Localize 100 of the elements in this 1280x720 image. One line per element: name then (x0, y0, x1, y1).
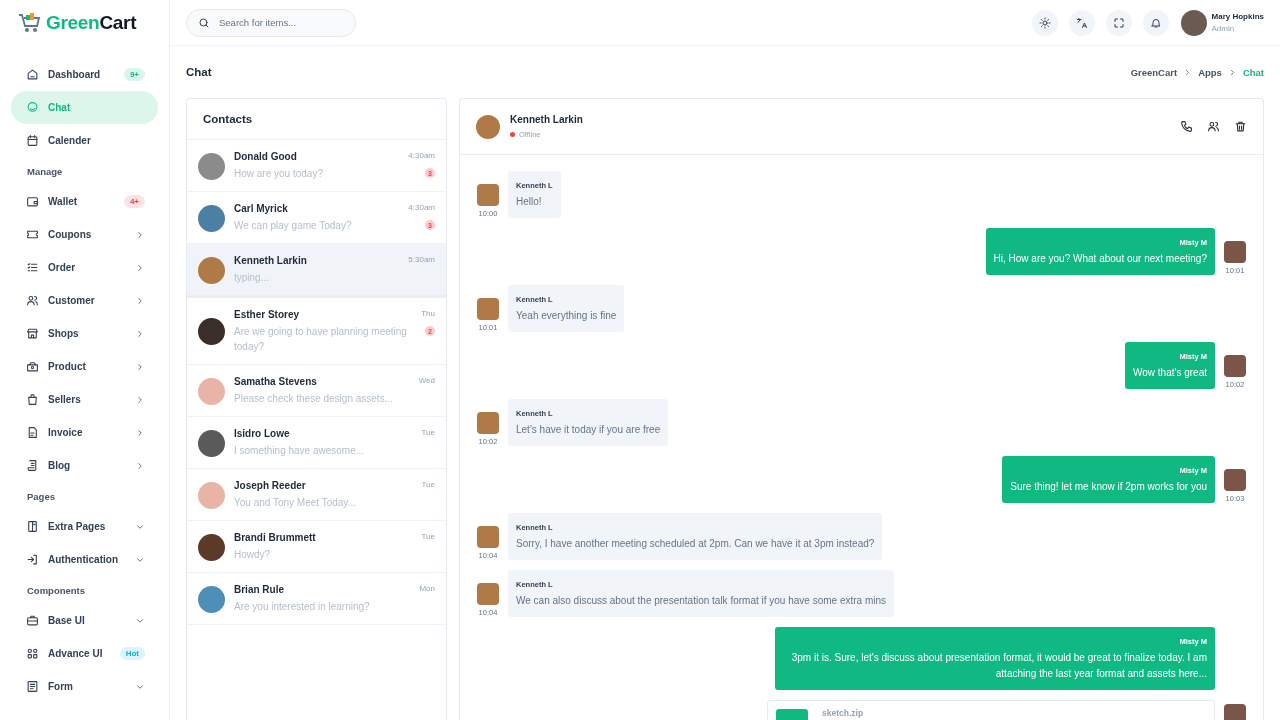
sidebar-item[interactable]: Calender (11, 124, 158, 157)
message-preview: You and Tony Meet Today... (234, 496, 357, 510)
message-time: Thu (421, 309, 435, 320)
sidebar-section-heading: Pages (26, 489, 56, 504)
sidebar-item[interactable]: Product (11, 350, 158, 383)
avatar-placeholder (198, 585, 225, 613)
avatar-placeholder (476, 114, 500, 139)
sidebar-item-label: Shops (48, 328, 80, 339)
sidebar-item[interactable]: Sellers (11, 383, 158, 416)
contact-name: Brandi Brummett (234, 532, 316, 543)
sidebar-item[interactable]: Wallet 4+ (11, 185, 158, 218)
sidebar-item[interactable]: Blog (11, 449, 158, 482)
message-text: Hi, How are you? What about our next meeting? (993, 252, 1207, 266)
sidebar-item[interactable]: Extra Pages (11, 510, 158, 543)
message-preview: Are we going to have planning meeting today? (234, 325, 408, 354)
sun-icon (1038, 16, 1051, 29)
message-time: Tue (421, 480, 435, 491)
sidebar-item[interactable]: Coupons (11, 218, 158, 251)
contact-item[interactable]: Brandi Brummett Tue Howdy? (187, 521, 446, 573)
file-name: sketch.zip (822, 708, 864, 720)
sidebar-section-heading: Components (26, 583, 87, 598)
sidebar-item-label: Dashboard (48, 69, 102, 80)
shopping-cart-logo-icon (18, 11, 42, 35)
contact-item[interactable]: Brian Rule Mon Are you interested in learning? (187, 573, 446, 625)
count-badge: Hot (119, 647, 145, 660)
avatar-placeholder (1224, 704, 1246, 720)
count-badge: 4+ (123, 195, 145, 208)
toolbar-button[interactable] (1068, 9, 1095, 36)
sidebar-item-label: Calender (48, 135, 92, 146)
contact-item[interactable]: Samatha Stevens Wed Please check these design assets... (187, 365, 446, 417)
message-preview: Howdy? (234, 548, 272, 562)
search-icon (198, 16, 210, 29)
icon-button[interactable] (1207, 120, 1220, 133)
sidebar-section-heading: Manage (26, 164, 64, 179)
message-preview: How are you today? (234, 167, 324, 181)
sidebar-item[interactable]: Authentication (11, 543, 158, 576)
search-field[interactable]: Search for items... (186, 8, 356, 37)
contact-name: Carl Myrick (234, 203, 288, 214)
form-icon (26, 680, 39, 693)
toolbar-button[interactable] (1105, 9, 1132, 36)
bell-icon (1149, 16, 1162, 29)
message-preview: Are you interested in learning? (234, 600, 371, 614)
message-text: Wow that's great (1133, 366, 1207, 380)
message-preview: I something have awesome... (234, 444, 366, 458)
sidebar-item[interactable]: Dashboard 9+ (11, 58, 158, 91)
breadcrumb-link[interactable]: Apps (1198, 66, 1222, 78)
page-title: Chat (186, 66, 212, 78)
scroll-icon (26, 459, 39, 472)
brand-name[interactable]: GreenCart (46, 12, 137, 34)
contact-name: Brian Rule (234, 584, 284, 595)
sidebar-item[interactable]: Customer (11, 284, 158, 317)
message-text: Sorry, I have another meeting scheduled at 2pm. Can we have it at 3pm instead? (516, 537, 875, 551)
contact-item[interactable]: Joseph Reeder Tue You and Tony Meet Today... (187, 469, 446, 521)
store-icon (26, 327, 39, 340)
breadcrumb-link[interactable]: GreenCart (1130, 66, 1178, 78)
contact-item[interactable]: Isidro Lowe Tue I something have awesome... (187, 417, 446, 469)
avatar-placeholder (198, 429, 225, 457)
sidebar-item-label: Authentication (48, 554, 119, 565)
sidebar-item-label: Form (48, 681, 74, 692)
message-preview: We can play game Today? (234, 219, 353, 233)
toolbar-button[interactable] (1031, 9, 1058, 36)
message-text: We can also discuss about the presentation talk format if you have some extra mins (516, 594, 886, 608)
sidebar-item-label: Invoice (48, 427, 84, 438)
message-text: Hello! (516, 195, 543, 209)
sidebar-item-label: Chat (48, 102, 72, 113)
calendar-icon (26, 134, 39, 147)
contacts-title: Contacts (187, 99, 446, 140)
avatar-placeholder (1224, 469, 1246, 491)
icon-button[interactable] (1180, 120, 1193, 133)
sidebar-item-label: Blog (48, 460, 72, 471)
sidebar-item[interactable]: Invoice (11, 416, 158, 449)
sidebar-item[interactable]: Shops (11, 317, 158, 350)
grid-icon (26, 647, 39, 660)
sidebar-item-label: Product (48, 361, 87, 372)
count-badge: 9+ (123, 68, 145, 81)
contact-name: Isidro Lowe (234, 428, 290, 439)
sidebar-item-label: Coupons (48, 229, 93, 240)
sidebar-item-label: Base UI (48, 615, 86, 626)
sidebar-item-label: Extra Pages (48, 521, 107, 532)
avatar-placeholder[interactable] (1180, 9, 1207, 36)
avatar-placeholder (198, 204, 225, 232)
message-text: Sure thing! let me know if 2pm works for you (1010, 480, 1207, 494)
icon-button[interactable] (1234, 120, 1247, 133)
briefcase-icon (26, 614, 39, 627)
trash-icon (1234, 120, 1247, 133)
sidebar-item[interactable]: Form (11, 670, 158, 703)
avatar-placeholder (198, 256, 225, 284)
sidebar-item[interactable]: Order (11, 251, 158, 284)
toolbar-button[interactable] (1142, 9, 1169, 36)
sidebar-item[interactable]: Base UI (11, 604, 158, 637)
message-text: Yeah everything is fine (516, 309, 617, 323)
message-time: 5:30am (408, 255, 435, 266)
contact-name: Kenneth Larkin (234, 255, 307, 266)
message-preview: Please check these design assets... (234, 392, 394, 406)
avatar-placeholder (198, 318, 225, 345)
sidebar-item[interactable]: Advance UI Hot (11, 637, 158, 670)
message-text: Let's have it today if you are free (516, 423, 661, 437)
message-time: 4:30am (408, 151, 435, 162)
avatar-placeholder (198, 377, 225, 405)
phone-icon (1180, 120, 1193, 133)
